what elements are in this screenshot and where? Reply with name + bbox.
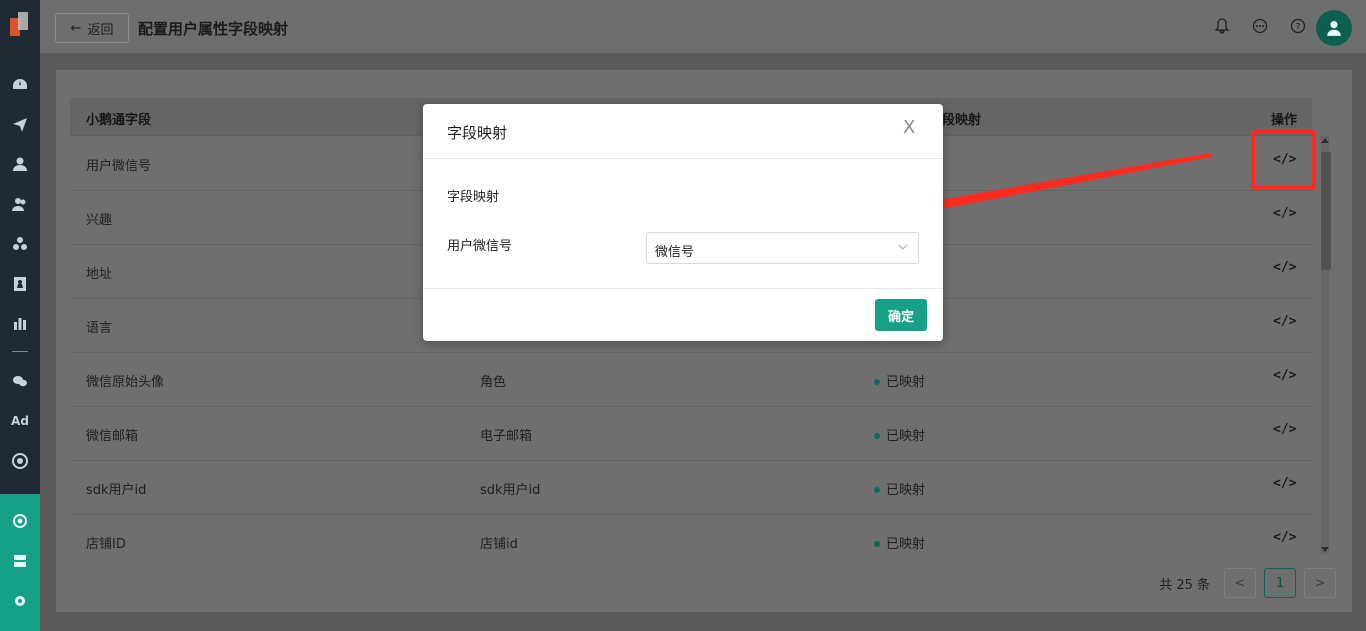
header-actions: 操作 — [1271, 113, 1298, 128]
mapping-select[interactable]: 微信号 — [646, 232, 919, 264]
user-icon[interactable] — [10, 154, 30, 174]
svg-text:?: ? — [1296, 23, 1301, 33]
cluster-icon[interactable] — [10, 234, 30, 254]
target-icon[interactable] — [10, 451, 30, 471]
dialog-section-title: 字段映射 — [447, 190, 500, 205]
table-row: 微信邮箱 电子邮箱 已映射 </> — [70, 407, 1312, 461]
sidebar-active-section — [0, 494, 40, 631]
prev-page-button[interactable]: < — [1224, 568, 1256, 598]
message-icon[interactable] — [1252, 18, 1268, 38]
field-name: 微信邮箱 — [86, 429, 139, 444]
field-label: 用户微信号 — [447, 239, 513, 254]
back-button[interactable]: ← 返回 — [55, 13, 129, 43]
back-button-label: 返回 — [87, 22, 114, 38]
status-badge: 已映射 — [874, 371, 925, 390]
pagination: 共 25 条 < 1 > — [1159, 568, 1336, 598]
arrow-left-icon: ← — [70, 20, 82, 36]
field-mapping-dialog: 字段映射 X 字段映射 用户微信号 微信号 确定 — [423, 104, 943, 341]
status-badge: 已映射 — [874, 425, 925, 444]
status-badge: 已映射 — [874, 533, 925, 552]
field-name: 店铺ID — [86, 537, 126, 552]
mapped-field: 店铺id — [480, 537, 518, 552]
dialog-title: 字段映射 — [447, 124, 508, 142]
field-name: 微信原始头像 — [86, 375, 165, 390]
send-icon[interactable] — [10, 114, 30, 134]
code-icon[interactable]: </> — [1273, 314, 1296, 329]
bar-chart-icon[interactable] — [10, 313, 30, 333]
sidebar: Ad — [0, 0, 40, 631]
page-button-current[interactable]: 1 — [1264, 568, 1296, 598]
code-icon[interactable]: </> — [1273, 530, 1296, 545]
field-name: 兴趣 — [86, 213, 113, 228]
bell-icon[interactable] — [1214, 18, 1230, 38]
sidebar-divider — [12, 351, 28, 352]
dialog-header: 字段映射 X — [423, 104, 943, 159]
scroll-down-icon[interactable] — [1321, 547, 1329, 552]
scrollbar-thumb[interactable] — [1321, 152, 1331, 270]
table-scrollbar[interactable] — [1318, 136, 1332, 554]
field-name: 地址 — [86, 267, 113, 282]
gear-icon[interactable] — [10, 591, 30, 611]
code-icon[interactable]: </> — [1273, 260, 1296, 275]
highlight-box — [1251, 130, 1316, 190]
total-count: 共 25 条 — [1159, 577, 1210, 593]
next-page-button[interactable]: > — [1304, 568, 1336, 598]
code-icon[interactable]: </> — [1273, 422, 1296, 437]
field-name: 语言 — [86, 321, 113, 336]
dashboard-icon[interactable] — [10, 75, 30, 95]
avatar-icon[interactable] — [1316, 10, 1352, 46]
mapped-field: sdk用户id — [480, 483, 541, 498]
code-icon[interactable]: </> — [1273, 368, 1296, 383]
top-bar: ← 返回 配置用户属性字段映射 ? — [40, 0, 1366, 54]
field-name: sdk用户id — [86, 483, 147, 498]
table-row: 店铺ID 店铺id 已映射 </> — [70, 515, 1312, 569]
status-badge: 已映射 — [874, 479, 925, 498]
mapped-field: 角色 — [480, 375, 507, 390]
table-row: sdk用户id sdk用户id 已映射 </> — [70, 461, 1312, 515]
mapped-field: 电子邮箱 — [480, 429, 533, 444]
users-icon[interactable] — [10, 194, 30, 214]
chevron-down-icon — [898, 244, 908, 250]
top-icons: ? — [1214, 18, 1306, 38]
server-icon[interactable] — [10, 551, 30, 571]
select-value: 微信号 — [655, 245, 695, 260]
contact-card-icon[interactable] — [10, 274, 30, 294]
header-mapping-status: 段映射 — [942, 113, 982, 128]
brand-logo — [10, 10, 30, 40]
wechat-icon[interactable] — [10, 371, 30, 391]
group-icon[interactable] — [10, 511, 30, 531]
field-name: 用户微信号 — [86, 159, 152, 174]
page-title: 配置用户属性字段映射 — [138, 20, 289, 38]
dialog-footer: 确定 — [423, 288, 943, 341]
scroll-up-icon[interactable] — [1321, 138, 1329, 143]
ad-icon[interactable]: Ad — [10, 411, 30, 431]
close-icon[interactable]: X — [903, 119, 919, 137]
table-row: 微信原始头像 角色 已映射 </> — [70, 353, 1312, 407]
confirm-button[interactable]: 确定 — [875, 299, 927, 331]
code-icon[interactable]: </> — [1273, 206, 1296, 221]
header-xiaoetong-field: 小鹅通字段 — [86, 113, 152, 128]
code-icon[interactable]: </> — [1273, 476, 1296, 491]
help-icon[interactable]: ? — [1290, 18, 1306, 38]
